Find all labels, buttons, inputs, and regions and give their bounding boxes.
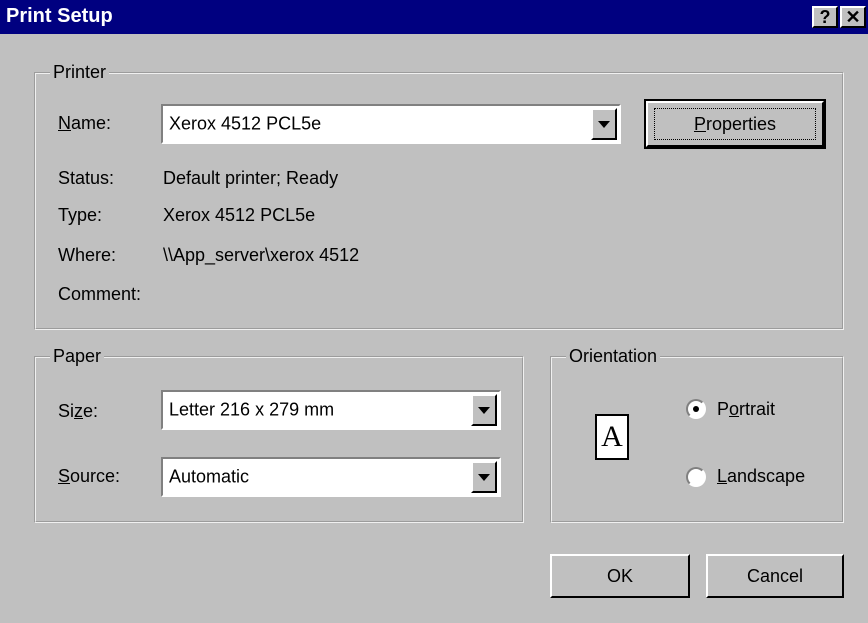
portrait-radio[interactable] [686,399,706,419]
portrait-label[interactable]: Portrait [717,399,775,420]
printer-name-select[interactable]: Xerox 4512 PCL5e [161,104,621,144]
where-value: \\App_server\xerox 4512 [163,245,360,265]
landscape-radio[interactable] [686,467,706,487]
paper-size-select[interactable]: Letter 216 x 279 mm [161,390,501,430]
chevron-down-icon [598,121,610,128]
status-label: Status: [58,168,115,188]
help-icon: ? [819,7,831,27]
paper-size-value: Letter 216 x 279 mm [169,399,335,420]
portrait-page-icon: A [595,414,629,460]
close-button[interactable]: ✕ [840,6,866,28]
printer-name-value: Xerox 4512 PCL5e [169,113,322,134]
paper-legend: Paper [50,346,105,367]
landscape-label[interactable]: Landscape [717,466,805,487]
radio-selected-dot [693,406,699,412]
window-title: Print Setup [6,5,113,27]
chevron-down-icon [478,407,490,414]
paper-size-dropdown-button[interactable] [471,394,497,426]
size-label: Size: [58,401,99,421]
title-bar[interactable]: Print Setup ? ✕ [0,0,868,34]
properties-button[interactable]: Properties [644,99,826,149]
status-value: Default printer; Ready [163,168,339,188]
printer-name-label: Name: [58,113,112,133]
close-icon: ✕ [845,7,861,27]
ok-button[interactable]: OK [550,554,690,598]
chevron-down-icon [478,474,490,481]
cancel-button[interactable]: Cancel [706,554,844,598]
type-label: Type: [58,205,103,225]
focus-rect [654,108,816,140]
where-label: Where: [58,245,117,265]
source-label: Source: [58,466,121,486]
printer-legend: Printer [50,62,110,83]
comment-label: Comment: [58,284,142,304]
paper-source-value: Automatic [169,466,250,487]
type-value: Xerox 4512 PCL5e [163,205,316,225]
orientation-legend: Orientation [566,346,661,367]
printer-name-dropdown-button[interactable] [591,108,617,140]
paper-source-dropdown-button[interactable] [471,461,497,493]
paper-group: Paper [34,346,524,523]
help-button[interactable]: ? [812,6,838,28]
paper-source-select[interactable]: Automatic [161,457,501,497]
